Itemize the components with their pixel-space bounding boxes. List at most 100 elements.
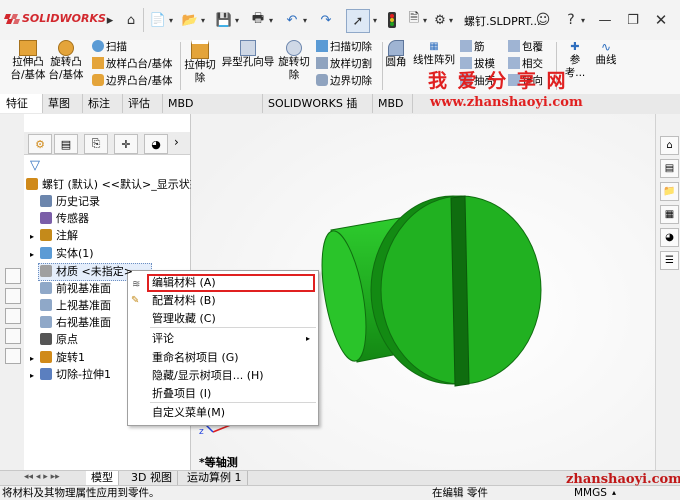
curves-button[interactable]: ∿ 曲线: [594, 40, 618, 67]
minimize-icon[interactable]: —: [596, 10, 614, 30]
select-dropdown-icon[interactable]: ▾: [370, 10, 380, 30]
tree-root[interactable]: 螺钉 (默认) <<默认>_显示状态: [26, 176, 201, 193]
expand-arrow-icon[interactable]: ▸: [30, 246, 40, 263]
filter-icon[interactable]: ▽: [30, 158, 40, 173]
watermark-url: www.zhanshaoyi.com: [430, 95, 583, 110]
revolve-cut-button[interactable]: 旋转切 除: [278, 40, 310, 82]
tab-evaluate[interactable]: 评估: [122, 94, 163, 113]
user-account-icon[interactable]: ☺: [534, 10, 552, 30]
appearances-icon[interactable]: ◕: [660, 228, 679, 247]
redo-icon[interactable]: ↷: [316, 10, 336, 30]
print-dropdown-icon[interactable]: ▾: [266, 10, 276, 30]
help-dropdown-icon[interactable]: ▾: [578, 10, 588, 30]
view-tool-icon[interactable]: [5, 328, 21, 344]
tab-mbd-dimensions[interactable]: MBD Dimensions: [162, 94, 263, 129]
units-selector[interactable]: MMGS: [574, 486, 607, 500]
sweep-cut-button[interactable]: 扫描切除: [316, 40, 372, 54]
extrude-cut-button[interactable]: 拉伸切 除: [184, 40, 216, 85]
boundary-cut-button[interactable]: 边界切除: [316, 74, 372, 88]
context-menu-item[interactable]: 评论 ▸: [128, 330, 318, 348]
file-properties-dropdown-icon[interactable]: ▾: [420, 10, 430, 30]
undo-icon[interactable]: ↶: [282, 10, 302, 30]
close-window-icon[interactable]: ✕: [652, 10, 670, 30]
tab-3d-view[interactable]: 3D 视图: [126, 471, 178, 485]
tree-item[interactable]: ▸ 旋转1: [30, 349, 85, 366]
tab-markup[interactable]: 标注: [82, 94, 123, 113]
tab-model[interactable]: 模型: [86, 471, 119, 485]
tab-nav-arrows-icon[interactable]: ◂◂ ◂ ▸ ▸▸: [24, 472, 60, 482]
expand-arrow-icon[interactable]: ▸: [30, 228, 40, 245]
property-manager-tab-icon[interactable]: ▤: [54, 134, 78, 154]
tab-solidworks-addins[interactable]: SOLIDWORKS 插件: [262, 94, 373, 129]
boundary-boss-button[interactable]: 边界凸台/基体: [92, 74, 173, 88]
units-dropdown-icon[interactable]: ▴: [612, 486, 616, 500]
hole-wizard-button[interactable]: 异型孔向导: [220, 40, 276, 69]
linear-pattern-button[interactable]: ▦ 线性阵列: [412, 40, 456, 67]
expand-arrow-icon[interactable]: ▸: [30, 367, 40, 384]
tree-item[interactable]: ▸ 注解: [30, 227, 78, 244]
tree-item[interactable]: 右视基准面: [30, 314, 111, 331]
options-dropdown-icon[interactable]: ▾: [446, 10, 456, 30]
context-menu-item[interactable]: 重命名树项目 (G): [128, 349, 318, 367]
new-document-icon[interactable]: 📄: [148, 10, 168, 30]
tab-scroll-right-icon[interactable]: ›: [174, 135, 179, 149]
file-explorer-icon[interactable]: 📁: [660, 182, 679, 201]
tree-item[interactable]: 前视基准面: [30, 280, 111, 297]
context-menu-item[interactable]: 隐藏/显示树项目... (H): [128, 367, 318, 385]
tree-item[interactable]: 原点: [30, 331, 78, 348]
open-dropdown-icon[interactable]: ▾: [198, 10, 208, 30]
rib-button[interactable]: 筋: [460, 40, 485, 54]
display-tool-icon[interactable]: [5, 308, 21, 324]
tree-item-label: 切除-拉伸1: [56, 368, 111, 381]
expand-arrow-icon[interactable]: ▸: [30, 350, 40, 367]
tree-item[interactable]: ▸ 实体(1): [30, 245, 94, 262]
context-menu-item[interactable]: 自定义菜单(M): [128, 404, 318, 422]
revolve-boss-button[interactable]: 旋转凸 台/基体: [48, 40, 84, 82]
context-menu-item[interactable]: 管理收藏 (C): [128, 310, 318, 328]
home-icon[interactable]: ⌂: [121, 10, 141, 30]
selection-filter-icon[interactable]: [5, 268, 21, 284]
context-menu-item[interactable]: ✎ 配置材料 (B): [128, 292, 318, 310]
view-palette-icon[interactable]: ▦: [660, 205, 679, 224]
solidworks-resources-icon[interactable]: ⌂: [660, 136, 679, 155]
tab-sketch[interactable]: 草图: [42, 94, 83, 113]
context-menu-item-label: 配置材料 (B): [152, 294, 216, 307]
app-logo-text: SOLIDWORKS: [22, 12, 106, 25]
sweep-button[interactable]: 扫描: [92, 40, 127, 54]
dimxpert-tab-icon[interactable]: ✛: [114, 134, 138, 154]
tab-mbd[interactable]: MBD: [372, 94, 413, 113]
configuration-manager-tab-icon[interactable]: ⎘: [84, 134, 108, 154]
extrude-boss-button[interactable]: 拉伸凸 台/基体: [10, 40, 46, 82]
print-icon[interactable]: 🖶: [248, 10, 268, 30]
edit-material-menu-item[interactable]: ≋ 编辑材料 (A): [132, 274, 315, 292]
restore-icon[interactable]: ❐: [624, 10, 642, 30]
feature-tree-tab-icon[interactable]: ⚙: [28, 134, 52, 154]
new-dropdown-icon[interactable]: ▾: [166, 10, 176, 30]
tab-motion-study[interactable]: 运动算例 1: [182, 471, 248, 485]
open-folder-icon[interactable]: 📂: [180, 10, 200, 30]
loft-cut-button[interactable]: 放样切割: [316, 57, 372, 71]
rebuild-traffic-light-icon[interactable]: [384, 10, 400, 30]
zoom-tool-icon[interactable]: [5, 348, 21, 364]
tab-features[interactable]: 特征: [0, 94, 43, 113]
fillet-button[interactable]: 圆角: [385, 40, 407, 69]
tree-item[interactable]: 上视基准面: [30, 297, 111, 314]
tree-item[interactable]: 历史记录: [30, 193, 100, 210]
loft-boss-button[interactable]: 放样凸台/基体: [92, 57, 173, 71]
design-library-icon[interactable]: ▤: [660, 159, 679, 178]
wrap-button[interactable]: 包覆: [508, 40, 543, 54]
context-menu-item[interactable]: 折叠项目 (I): [128, 385, 318, 403]
display-manager-tab-icon[interactable]: ◕: [144, 134, 168, 154]
tree-item[interactable]: 材质 <未指定>: [30, 263, 133, 280]
menu-expand-icon[interactable]: ▸: [104, 10, 116, 30]
save-dropdown-icon[interactable]: ▾: [232, 10, 242, 30]
tree-item[interactable]: ▸ 切除-拉伸1: [30, 366, 111, 383]
boundary-boss-icon: [92, 74, 104, 86]
select-pointer-icon[interactable]: ➚: [346, 9, 370, 33]
custom-properties-icon[interactable]: ☰: [660, 251, 679, 270]
save-icon[interactable]: 💾: [214, 10, 234, 30]
undo-dropdown-icon[interactable]: ▾: [300, 10, 310, 30]
tree-item[interactable]: 传感器: [30, 210, 89, 227]
wrap-label: 包覆: [522, 41, 543, 53]
sketch-tool-icon[interactable]: [5, 288, 21, 304]
